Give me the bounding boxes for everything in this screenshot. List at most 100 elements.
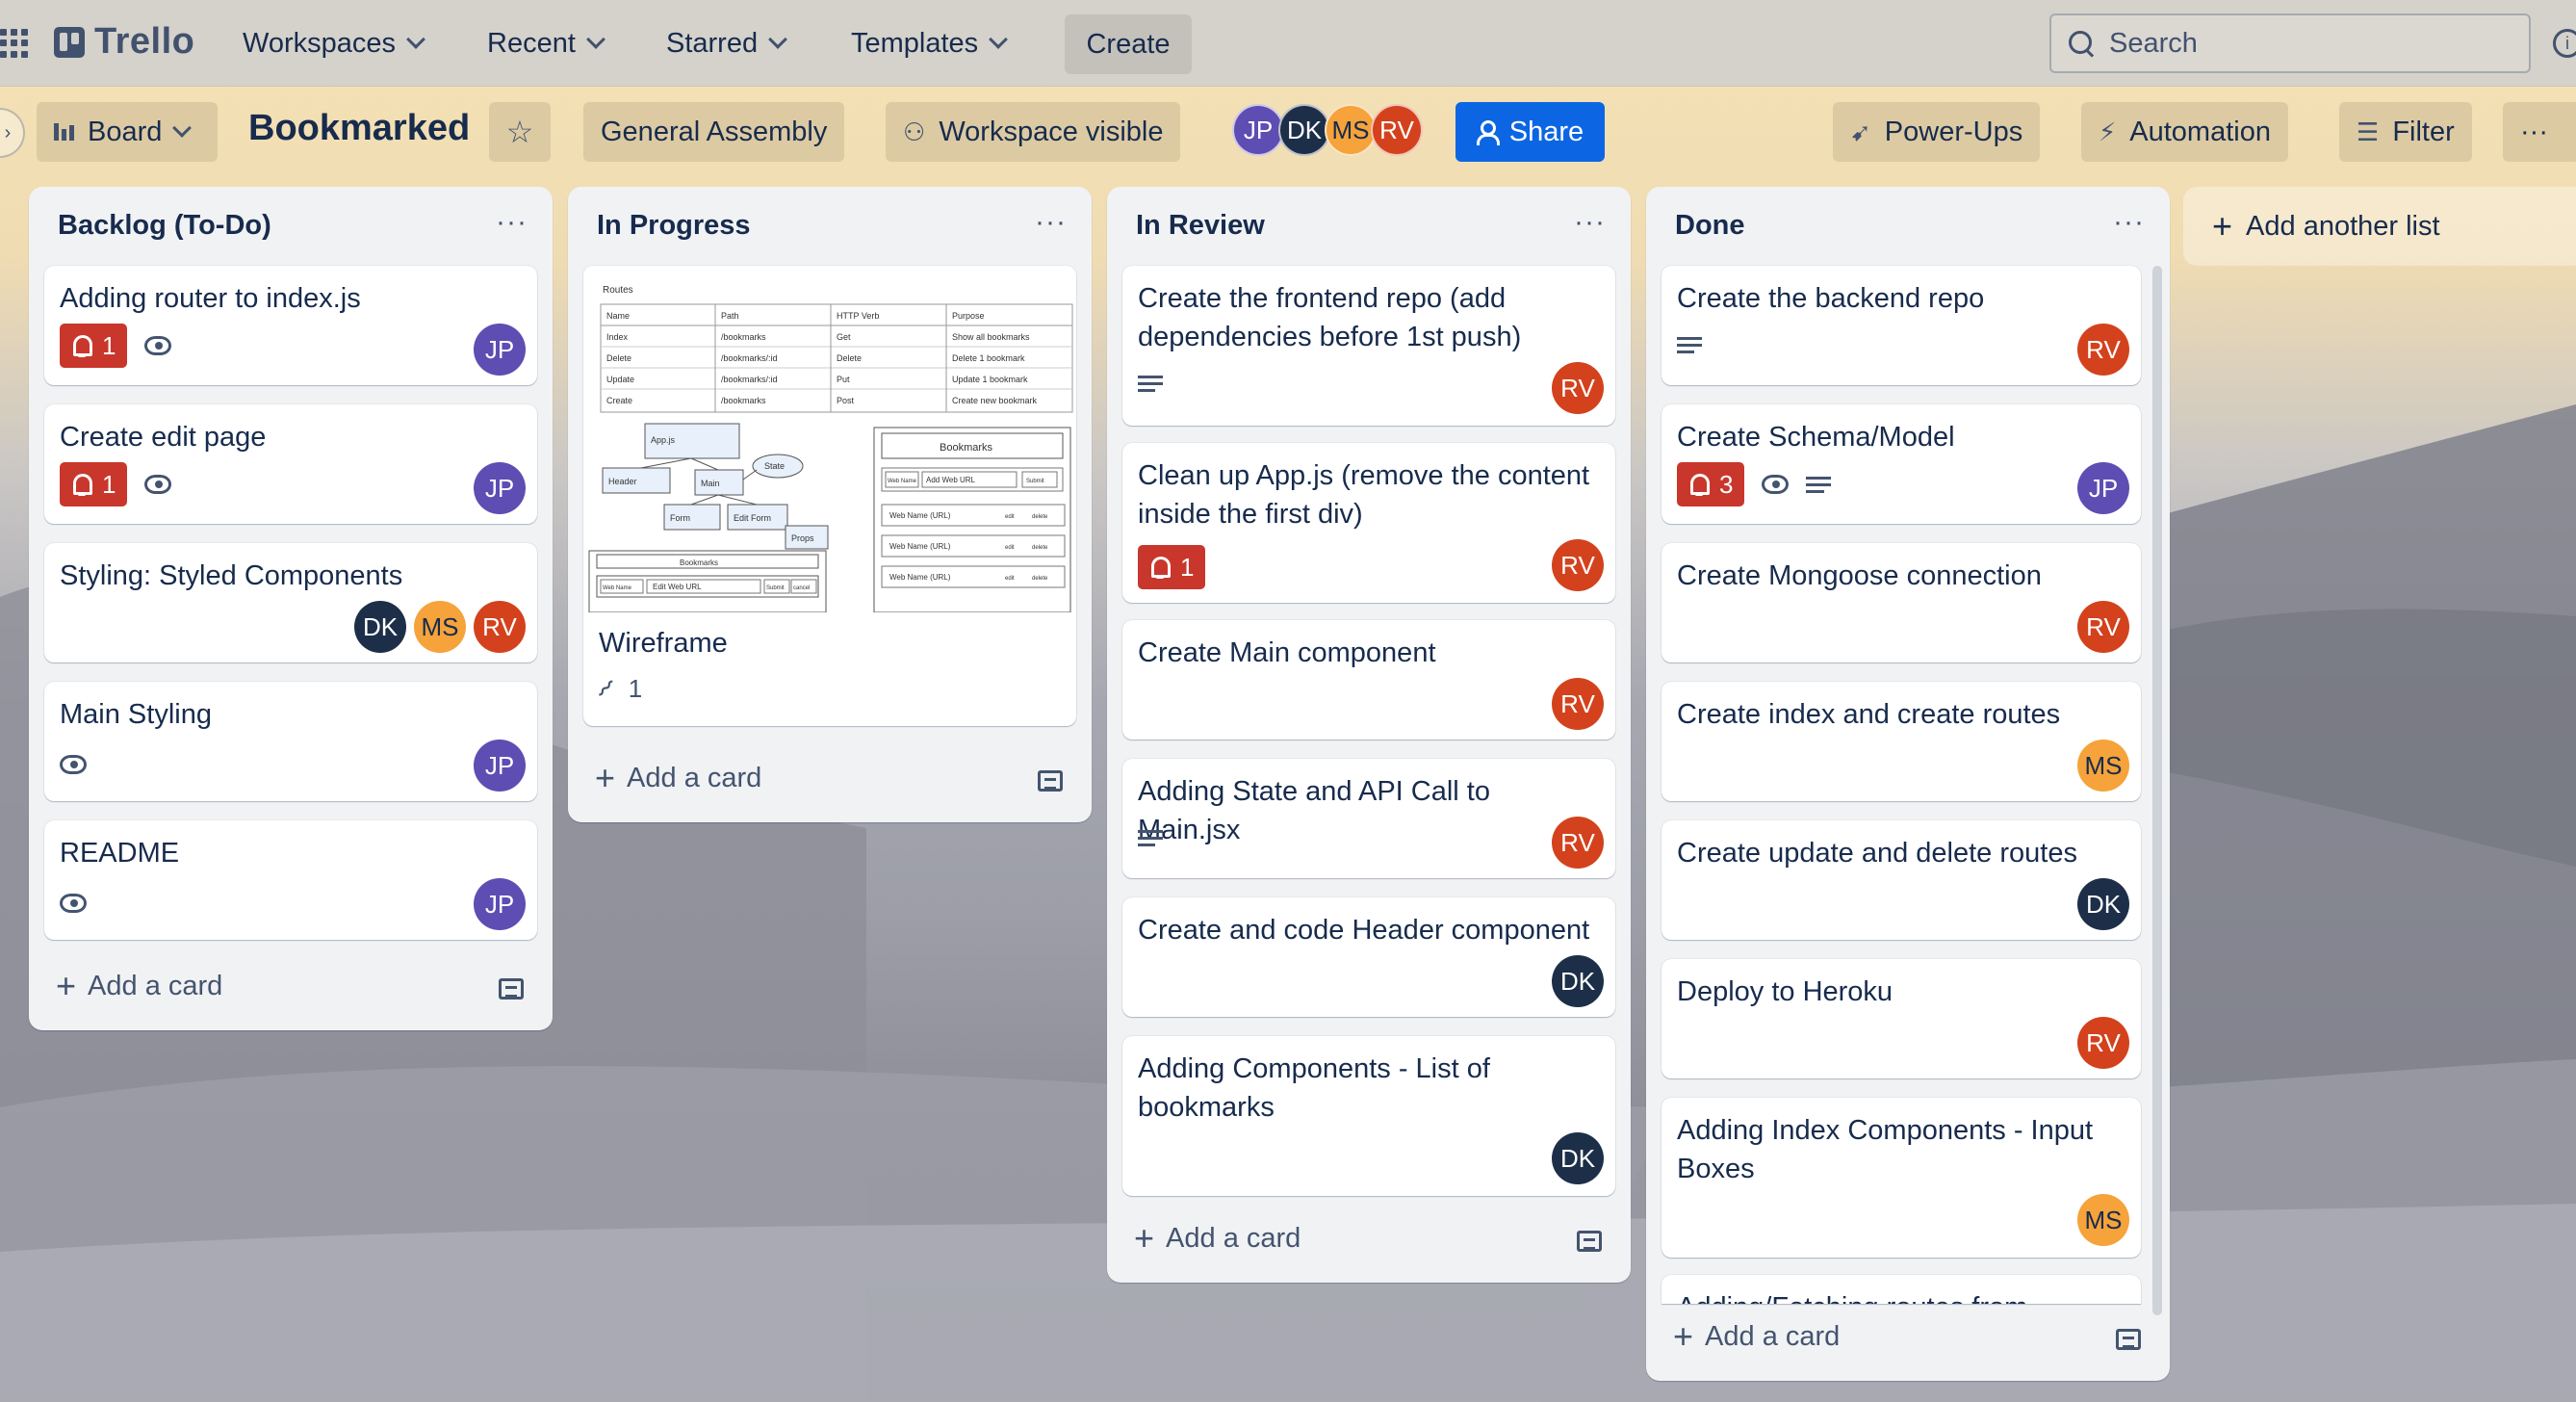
card-title: Adding/Fetching routes from [1677, 1288, 2125, 1304]
board-view-switcher[interactable]: Board [37, 102, 218, 162]
avatar-rv[interactable]: RV [2077, 1017, 2129, 1069]
avatar-jp[interactable]: JP [474, 740, 526, 792]
avatar-dk[interactable]: DK [1552, 1132, 1604, 1184]
wf-header: HTTP Verb [837, 311, 879, 321]
card-title: Adding router to index.js [60, 283, 361, 314]
card[interactable]: Create and code Header component DK [1122, 897, 1615, 1017]
list-menu-icon[interactable]: ··· [1035, 206, 1067, 239]
notification-badge: 3 [1677, 462, 1745, 506]
create-button[interactable]: Create [1065, 14, 1192, 74]
list-done: Done ··· Create the backend repo RV Crea… [1646, 187, 2170, 1381]
card-title: Wireframe [599, 628, 728, 659]
card-title: Create Main component [1138, 637, 1436, 668]
list-title[interactable]: In Progress [597, 210, 751, 242]
avatar-jp[interactable]: JP [474, 878, 526, 930]
avatar-rv[interactable]: RV [2077, 324, 2129, 376]
search-input[interactable]: Search [2049, 13, 2531, 73]
card[interactable]: Adding Components - List of bookmarks DK [1122, 1036, 1615, 1196]
nav-workspaces[interactable]: Workspaces [243, 21, 425, 65]
avatar-rv[interactable]: RV [474, 601, 526, 653]
add-card-button[interactable]: + Add a card [1673, 1319, 1840, 1354]
card[interactable]: Main Styling JP [44, 682, 537, 801]
card[interactable]: Create the frontend repo (add dependenci… [1122, 266, 1615, 426]
avatar-rv[interactable]: RV [1552, 817, 1604, 869]
avatar-dk[interactable]: DK [2077, 878, 2129, 930]
visibility-button[interactable]: ⚇ Workspace visible [886, 102, 1181, 162]
avatar-dk[interactable]: DK [1278, 104, 1330, 156]
avatar-jp[interactable]: JP [2077, 462, 2129, 514]
sidebar-expand-button[interactable]: › [0, 108, 25, 158]
card[interactable]: Deploy to Heroku RV [1662, 959, 2141, 1078]
card[interactable]: Adding router to index.js 1 JP [44, 266, 537, 385]
card-title: Create the backend repo [1677, 283, 1985, 314]
nav-templates[interactable]: Templates [851, 21, 1009, 65]
card[interactable]: Clean up App.js (remove the content insi… [1122, 443, 1615, 603]
list-title[interactable]: Done [1675, 210, 1745, 242]
nav-recent[interactable]: Recent [487, 21, 605, 65]
add-list-button[interactable]: + Add another list [2183, 187, 2576, 266]
avatar-jp[interactable]: JP [474, 462, 526, 514]
card[interactable]: Create edit page 1 JP [44, 404, 537, 524]
card[interactable]: Styling: Styled Components DK MS RV [44, 543, 537, 662]
trello-logo[interactable]: Trello [54, 21, 194, 63]
nav-recent-label: Recent [487, 27, 576, 59]
avatar-jp[interactable]: JP [474, 324, 526, 376]
template-icon[interactable] [1577, 1231, 1602, 1252]
avatar-ms[interactable]: MS [1325, 104, 1377, 156]
card[interactable]: Adding/Fetching routes from [1662, 1275, 2141, 1304]
card[interactable]: Create update and delete routes DK [1662, 820, 2141, 940]
list-title[interactable]: In Review [1136, 210, 1265, 242]
wf-web-name: Web Name [603, 585, 632, 591]
list-menu-icon[interactable]: ··· [2113, 206, 2145, 239]
card[interactable]: Create Schema/Model 3 JP [1662, 404, 2141, 524]
template-icon[interactable] [499, 978, 524, 1000]
avatar-ms[interactable]: MS [414, 601, 466, 653]
board-menu-button[interactable]: ··· [2503, 102, 2576, 162]
list-title[interactable]: Backlog (To-Do) [58, 210, 271, 242]
card-title: Create edit page [60, 422, 267, 453]
list-menu-icon[interactable]: ··· [496, 206, 528, 239]
star-icon[interactable]: ☆ [489, 102, 551, 162]
add-card-button[interactable]: + Add a card [1134, 1221, 1301, 1256]
wf-delete: delete [1032, 545, 1048, 551]
powerups-button[interactable]: ➹ Power-Ups [1833, 102, 2041, 162]
watch-icon [60, 894, 87, 913]
wf-cell: Show all bookmarks [952, 332, 1030, 342]
card[interactable]: README JP [44, 820, 537, 940]
list-scrollbar[interactable] [2152, 266, 2162, 1315]
avatar-ms[interactable]: MS [2077, 740, 2129, 792]
template-icon[interactable] [1038, 770, 1063, 792]
card[interactable]: Adding Index Components - Input Boxes MS [1662, 1098, 2141, 1258]
list-menu-icon[interactable]: ··· [1574, 206, 1606, 239]
nav-starred[interactable]: Starred [666, 21, 788, 65]
avatar-rv[interactable]: RV [2077, 601, 2129, 653]
workspace-button[interactable]: General Assembly [583, 102, 845, 162]
add-card-button[interactable]: + Add a card [595, 761, 761, 795]
card[interactable]: Create the backend repo RV [1662, 266, 2141, 385]
description-icon [1138, 376, 1163, 392]
card[interactable]: Create Main component RV [1122, 620, 1615, 740]
avatar-rv[interactable]: RV [1552, 539, 1604, 591]
add-card-button[interactable]: + Add a card [56, 969, 222, 1003]
wf-edit: edit [1005, 545, 1015, 551]
search-icon [2067, 29, 2096, 58]
avatar-dk[interactable]: DK [1552, 955, 1604, 1007]
avatar-rv[interactable]: RV [1552, 678, 1604, 730]
avatar-rv[interactable]: RV [1552, 362, 1604, 414]
card[interactable]: Adding State and API Call to Main.jsx RV [1122, 759, 1615, 878]
add-card-label: Add a card [627, 762, 762, 793]
share-button[interactable]: Share [1455, 102, 1605, 162]
template-icon[interactable] [2116, 1329, 2141, 1350]
avatar-dk[interactable]: DK [354, 601, 406, 653]
card[interactable]: Create Mongoose connection RV [1662, 543, 2141, 662]
board-title[interactable]: Bookmarked [248, 108, 470, 149]
avatar-rv[interactable]: RV [1371, 104, 1423, 156]
card[interactable]: Create index and create routes MS [1662, 682, 2141, 801]
automation-button[interactable]: ⚡ Automation [2081, 102, 2288, 162]
filter-button[interactable]: ☰ Filter [2339, 102, 2472, 162]
info-icon[interactable]: i [2553, 29, 2576, 58]
app-switcher-icon[interactable] [0, 29, 29, 58]
avatar-jp[interactable]: JP [1232, 104, 1284, 156]
avatar-ms[interactable]: MS [2077, 1194, 2129, 1246]
card[interactable]: Routes Name Path HTTP Verb Purpose Index… [583, 266, 1076, 726]
